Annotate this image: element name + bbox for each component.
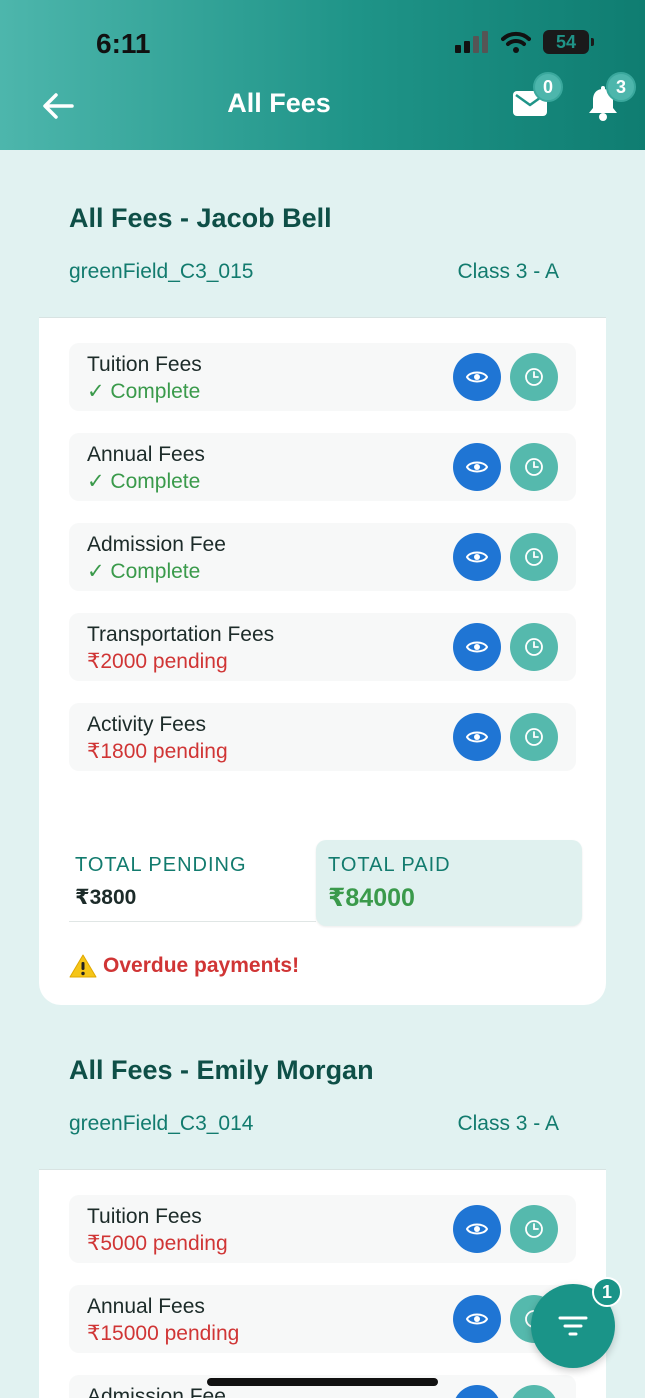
total-pending-label: TOTAL PENDING (75, 854, 247, 876)
fee-name: Admission Fee (87, 533, 226, 556)
fee-name: Transportation Fees (87, 623, 275, 646)
fee-row: Tuition Fees ✓ Complete (69, 343, 576, 411)
status-icons: 54 (455, 30, 594, 54)
eye-icon (466, 461, 488, 473)
view-fee-button[interactable] (453, 1205, 501, 1253)
student-header: All Fees - Jacob Bell greenField_C3_015 … (69, 203, 559, 284)
view-fee-button[interactable] (453, 443, 501, 491)
fee-row: Annual Fees ✓ Complete (69, 433, 576, 501)
fee-history-button[interactable] (510, 713, 558, 761)
eye-icon (466, 1313, 488, 1325)
filter-count-badge: 1 (592, 1277, 622, 1307)
total-paid-label: TOTAL PAID (328, 854, 451, 876)
student-title: All Fees - Emily Morgan (69, 1055, 374, 1085)
student-class: Class 3 - A (457, 1112, 559, 1135)
overdue-alert: Overdue payments! (69, 954, 299, 978)
warning-icon (69, 954, 97, 978)
clock-icon (525, 638, 543, 656)
status-time: 6:11 (96, 28, 151, 59)
wifi-icon (501, 31, 531, 53)
fee-status: ✓ Complete (87, 470, 201, 493)
app-header: 6:11 54 All Fees 0 3 (0, 0, 645, 150)
fee-row: Annual Fees ₹15000 pending (69, 1285, 576, 1353)
clock-icon (525, 458, 543, 476)
student-id: greenField_C3_015 (69, 260, 254, 283)
home-indicator (207, 1378, 438, 1386)
fee-row: Transportation Fees ₹2000 pending (69, 613, 576, 681)
filter-icon (558, 1316, 588, 1336)
fee-history-button[interactable] (510, 443, 558, 491)
student-header: All Fees - Emily Morgan greenField_C3_01… (69, 1055, 559, 1136)
fee-history-button[interactable] (510, 623, 558, 671)
fee-row: Admission Fee ✓ Complete (69, 523, 576, 591)
fee-status: ₹15000 pending (87, 1322, 240, 1345)
overdue-text: Overdue payments! (103, 954, 300, 977)
fee-status: ✓ Complete (87, 380, 201, 403)
eye-icon (466, 731, 488, 743)
fee-status: ✓ Complete (87, 560, 201, 583)
eye-icon (466, 1223, 488, 1235)
eye-icon (466, 641, 488, 653)
total-paid-value: ₹84000 (328, 884, 415, 912)
fee-name: Annual Fees (87, 1295, 205, 1318)
view-fee-button[interactable] (453, 1385, 501, 1398)
messages-count-badge: 0 (533, 72, 563, 102)
notifications-count-badge: 3 (606, 72, 636, 102)
fee-name: Tuition Fees (87, 353, 202, 376)
fee-name: Activity Fees (87, 713, 207, 736)
student-class: Class 3 - A (457, 260, 559, 283)
student-title: All Fees - Jacob Bell (69, 203, 332, 233)
student-meta: greenField_C3_014 Class 3 - A (69, 1112, 559, 1136)
fee-history-button[interactable] (510, 1385, 558, 1398)
fee-totals: TOTAL PENDING ₹3800 TOTAL PAID ₹84000 (69, 840, 582, 926)
total-pending-box: TOTAL PENDING ₹3800 (69, 840, 316, 922)
fee-history-button[interactable] (510, 353, 558, 401)
fee-row: Activity Fees ₹1800 pending (69, 703, 576, 771)
page-title: All Fees (227, 88, 331, 118)
view-fee-button[interactable] (453, 353, 501, 401)
view-fee-button[interactable] (453, 713, 501, 761)
fee-status: ₹1800 pending (87, 740, 228, 763)
fee-status: ₹5000 pending (87, 1232, 228, 1255)
fee-name: Annual Fees (87, 443, 205, 466)
clock-icon (525, 728, 543, 746)
fee-status: ₹2000 pending (87, 650, 228, 673)
student-id: greenField_C3_014 (69, 1112, 254, 1135)
fee-name: Tuition Fees (87, 1205, 202, 1228)
fees-card: Tuition Fees ✓ Complete Annual Fees ✓ Co… (39, 317, 606, 1005)
total-pending-value: ₹3800 (75, 886, 137, 909)
view-fee-button[interactable] (453, 533, 501, 581)
fee-history-button[interactable] (510, 533, 558, 581)
fees-card: Tuition Fees ₹5000 pending Annual Fees ₹… (39, 1169, 606, 1398)
cellular-signal-icon (455, 31, 488, 53)
battery-icon: 54 (543, 30, 594, 54)
fee-history-button[interactable] (510, 1205, 558, 1253)
eye-icon (466, 551, 488, 563)
view-fee-button[interactable] (453, 1295, 501, 1343)
student-meta: greenField_C3_015 Class 3 - A (69, 260, 559, 284)
clock-icon (525, 368, 543, 386)
fee-row: Tuition Fees ₹5000 pending (69, 1195, 576, 1263)
fee-name: Admission Fee (87, 1385, 226, 1398)
clock-icon (525, 548, 543, 566)
view-fee-button[interactable] (453, 623, 501, 671)
eye-icon (466, 371, 488, 383)
total-paid-box: TOTAL PAID ₹84000 (316, 840, 582, 926)
clock-icon (525, 1220, 543, 1238)
